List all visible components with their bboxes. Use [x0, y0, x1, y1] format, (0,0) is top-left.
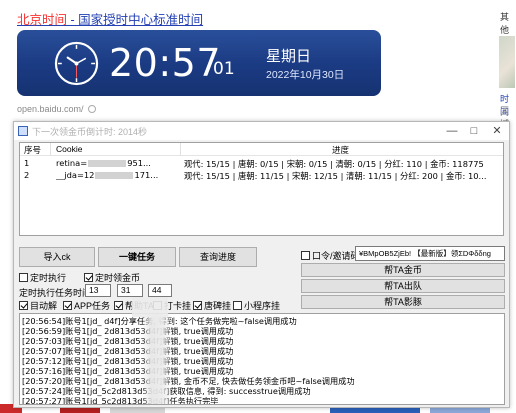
maximize-button[interactable]: □ [463, 122, 485, 140]
column-divider[interactable] [180, 143, 181, 156]
timed-coin-label: 定时领金币 [95, 273, 141, 283]
one-click-task-button[interactable]: 一键任务 [98, 247, 176, 267]
import-ck-button[interactable]: 导入ck [19, 247, 95, 267]
source-url-text: open.baidu.com/ [17, 104, 84, 114]
checkbox-box-checked[interactable] [114, 301, 123, 310]
timed-run-checkbox[interactable]: 定时执行 [19, 271, 66, 284]
checkbox-box-checked[interactable] [193, 301, 202, 310]
task-label: 打卡挂 [164, 301, 192, 311]
result-title-city: 北京时间 [17, 13, 68, 27]
row-progress: 观代: 15/15 | 唐朝: 0/15 | 宋朝: 0/15 | 清朝: 0/… [184, 159, 484, 169]
analog-clock-icon [54, 41, 99, 86]
column-divider[interactable] [50, 143, 51, 156]
thumbnail-image[interactable] [499, 36, 515, 88]
task-checkbox-tang[interactable]: 唐碑挂 [193, 299, 231, 312]
right-col-heading: 其他 [500, 12, 510, 35]
cookie-suffix: 951... [127, 158, 151, 168]
header-index[interactable]: 序号 [24, 144, 41, 156]
timed-coin-checkbox[interactable]: 定时领金币 [84, 271, 140, 284]
schedule-label: 定时执行任务时间 [19, 288, 92, 298]
app-window: 下一次领金币倒计时: 2014秒 — □ ✕ 序号 Cookie 进度 1 re… [13, 121, 510, 408]
info-icon[interactable] [87, 105, 96, 113]
checkbox-box[interactable] [301, 251, 310, 260]
source-url[interactable]: open.baidu.com/ [17, 104, 96, 114]
header-cookie[interactable]: Cookie [56, 144, 82, 154]
redaction-blur [142, 314, 172, 404]
row-cookie: retina= 951... [56, 158, 180, 168]
checkbox-box-checked[interactable] [19, 301, 28, 310]
row-progress: 观代: 15/15 | 唐朝: 11/15 | 宋朝: 12/15 | 清朝: … [184, 171, 487, 181]
checkbox-box[interactable] [19, 273, 28, 282]
timed-run-label: 定时执行 [30, 273, 67, 283]
help-team-button[interactable]: 帮TA出队 [301, 279, 505, 293]
digital-seconds: 01 [213, 59, 235, 79]
redaction-mask [95, 172, 134, 179]
cookie-prefix: retina= [56, 158, 88, 168]
help-shadow-button[interactable]: 帮TA影豚 [301, 295, 505, 309]
log-line: [20:57:27]账号1[jd_5c2d813d53d4f]任务执行完毕 [22, 396, 219, 405]
query-progress-button[interactable]: 查询进度 [179, 247, 257, 267]
table-header: 序号 Cookie 进度 [20, 143, 503, 156]
minute-input[interactable]: 31 [117, 284, 143, 297]
row-cookie: __jda=12 171... [56, 170, 180, 180]
page: 北京时间 - 国家授时中心标准时间 20:57 01 星期日 2022年10月3… [0, 0, 516, 413]
task-label: APP任务 [74, 301, 111, 311]
title-bar[interactable]: 下一次领金币倒计时: 2014秒 — □ ✕ [14, 122, 509, 140]
help-coin-button[interactable]: 帮TA金币 [301, 263, 505, 277]
weekday: 星期日 [266, 48, 312, 65]
minimize-button[interactable]: — [441, 122, 463, 140]
header-progress[interactable]: 进度 [332, 144, 349, 156]
hour-input[interactable]: 13 [85, 284, 111, 297]
task-checkbox-app[interactable]: APP任务 [63, 299, 110, 312]
row-index: 2 [24, 170, 30, 180]
log-output[interactable]: [20:56:54]账号1[jd_ d4f]分享任务, 得到: 这个任务做完啦~… [19, 313, 505, 405]
redaction-blur [132, 297, 168, 317]
account-table[interactable]: 序号 Cookie 进度 1 retina= 951... 观代: 15/15 |… [19, 142, 504, 236]
task-label: 唐碑挂 [204, 301, 232, 311]
window-title: 下一次领金币倒计时: 2014秒 [32, 127, 148, 137]
task-checkbox-auto[interactable]: 目动解 [19, 299, 57, 312]
checkbox-box[interactable] [233, 301, 242, 310]
checkbox-box-checked[interactable] [84, 273, 93, 282]
task-label: 小程序挂 [244, 301, 281, 311]
second-input[interactable]: 44 [148, 284, 172, 297]
date: 2022年10月30日 [266, 69, 345, 81]
digital-time: 20:57 [109, 41, 222, 85]
table-row[interactable]: 1 retina= 951... 观代: 15/15 | 唐朝: 0/15 | 宋… [20, 158, 503, 169]
result-title-rest: - 国家授时中心标准时间 [67, 13, 204, 27]
app-icon [18, 126, 28, 136]
cookie-prefix: __jda=12 [56, 170, 95, 180]
redaction-mask [88, 160, 127, 167]
token-input[interactable]: ¥BMpOB5ZjEb! 【最新版】领ΣDΦδδng [355, 246, 505, 261]
checkbox-box-checked[interactable] [63, 301, 72, 310]
task-checkbox-miniprogram[interactable]: 小程序挂 [233, 299, 280, 312]
result-title-link[interactable]: 北京时间 - 国家授时中心标准时间 [17, 9, 203, 28]
cookie-suffix: 171... [134, 170, 159, 180]
close-button[interactable]: ✕ [486, 122, 508, 140]
row-index: 1 [24, 158, 30, 168]
task-label: 目动解 [30, 301, 58, 311]
clock-card: 20:57 01 星期日 2022年10月30日 [17, 30, 381, 96]
table-row[interactable]: 2 __jda=12 171... 观代: 15/15 | 唐朝: 11/15 |… [20, 170, 503, 181]
